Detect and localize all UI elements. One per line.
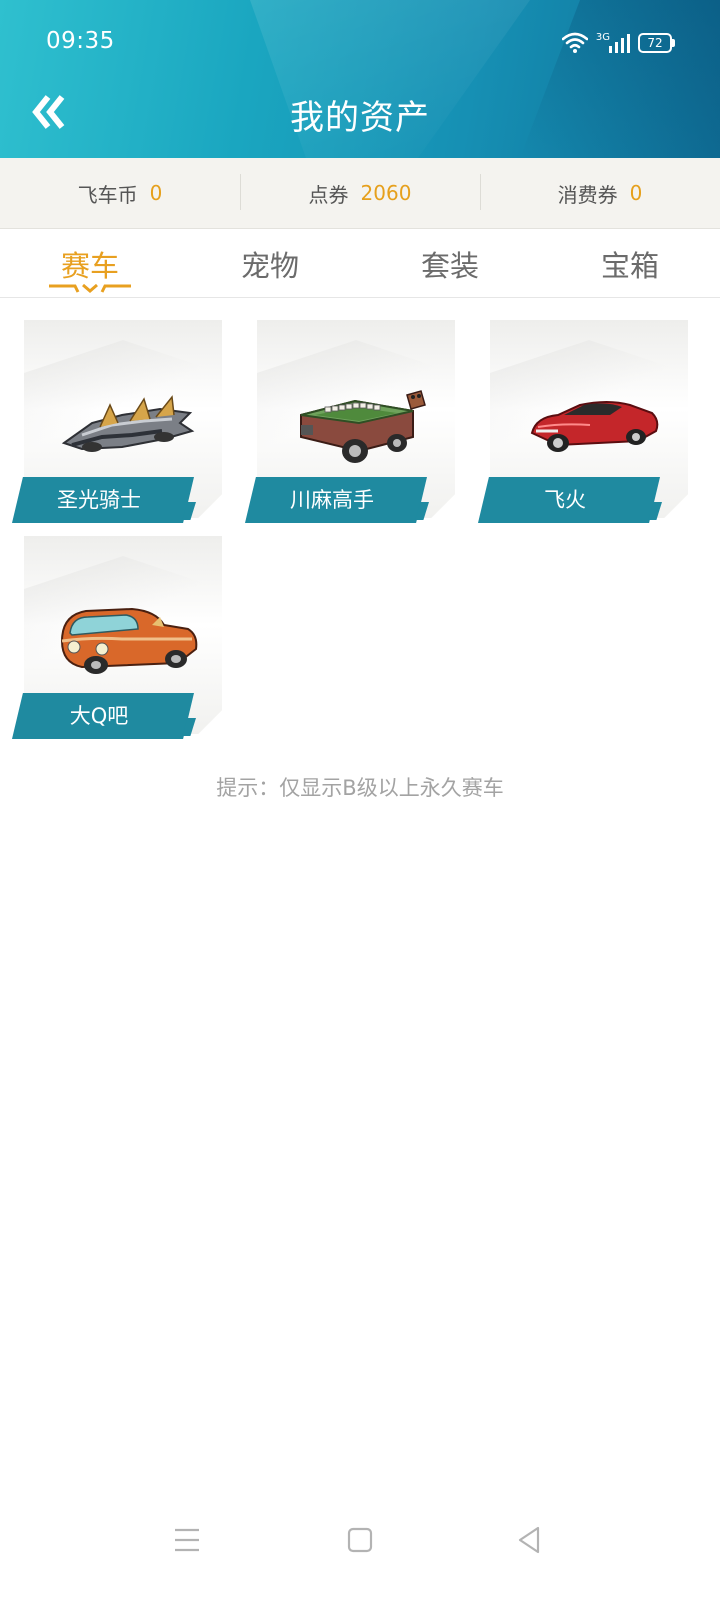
tab-active-indicator [49,283,131,293]
home-icon[interactable] [340,1520,380,1560]
mahjong-table-kart-image [300,390,426,463]
currency-value: 0 [629,181,643,205]
currency-value: 2060 [360,181,412,205]
car-name: 圣光骑士 [57,488,141,512]
tab-chests[interactable]: 宝箱 [540,229,720,297]
tab-label: 套装 [420,249,479,283]
page-title: 我的资产 [290,98,430,138]
car-name: 大Q吧 [69,704,129,728]
car-name: 川麻高手 [290,488,374,512]
currency-dianquan: 点券 2060 [240,158,480,228]
car-name: 飞火 [544,488,586,512]
menu-icon[interactable] [167,1520,207,1560]
car-card[interactable]: 川麻高手 [245,320,455,530]
car-card[interactable]: 大Q吧 [12,536,222,746]
hint-text: 提示：仅显示B级以上永久赛车 [216,776,504,800]
orange-van-kart-image [60,607,198,674]
currency-feichebi: 飞车币 0 [0,158,240,228]
car-card[interactable]: 飞火 [478,320,688,530]
car-name-banner: 大Q吧 [12,693,194,739]
back-triangle-icon[interactable] [510,1520,550,1560]
car-name-banner: 圣光骑士 [12,477,194,523]
status-icons: 3G 72 [561,31,675,55]
wifi-icon [561,32,588,53]
status-time: 09:35 [46,28,115,54]
currency-label: 点券 [308,182,349,207]
currency-bar: 飞车币 0 点券 2060 消费券 0 [0,158,720,229]
car-card[interactable]: 圣光骑士 [12,320,222,530]
red-sports-car-image [530,401,659,452]
currency-label: 消费券 [557,182,618,207]
currency-xiaofeiquan: 消费券 0 [480,158,720,228]
tab-label: 宝箱 [600,249,659,283]
tab-pets[interactable]: 宠物 [180,229,360,297]
category-tabs: 赛车 宠物 套装 宝箱 [0,229,720,298]
cellular-signal-icon [609,34,630,53]
system-nav-bar [0,1520,720,1580]
car-name-banner: 川麻高手 [245,477,427,523]
network-type: 3G [595,31,610,43]
app-header: 09:35 3G 72 我的资产 [0,0,720,158]
currency-value: 0 [149,181,163,205]
car-name-banner: 飞火 [478,477,660,523]
currency-label: 飞车币 [77,182,138,207]
tab-cars[interactable]: 赛车 [0,229,180,297]
tab-label: 宠物 [240,249,299,283]
tab-label: 赛车 [60,249,119,283]
silver-armored-kart-image [61,395,195,452]
battery-icon: 72 [638,33,675,53]
tab-outfits[interactable]: 套装 [360,229,540,297]
